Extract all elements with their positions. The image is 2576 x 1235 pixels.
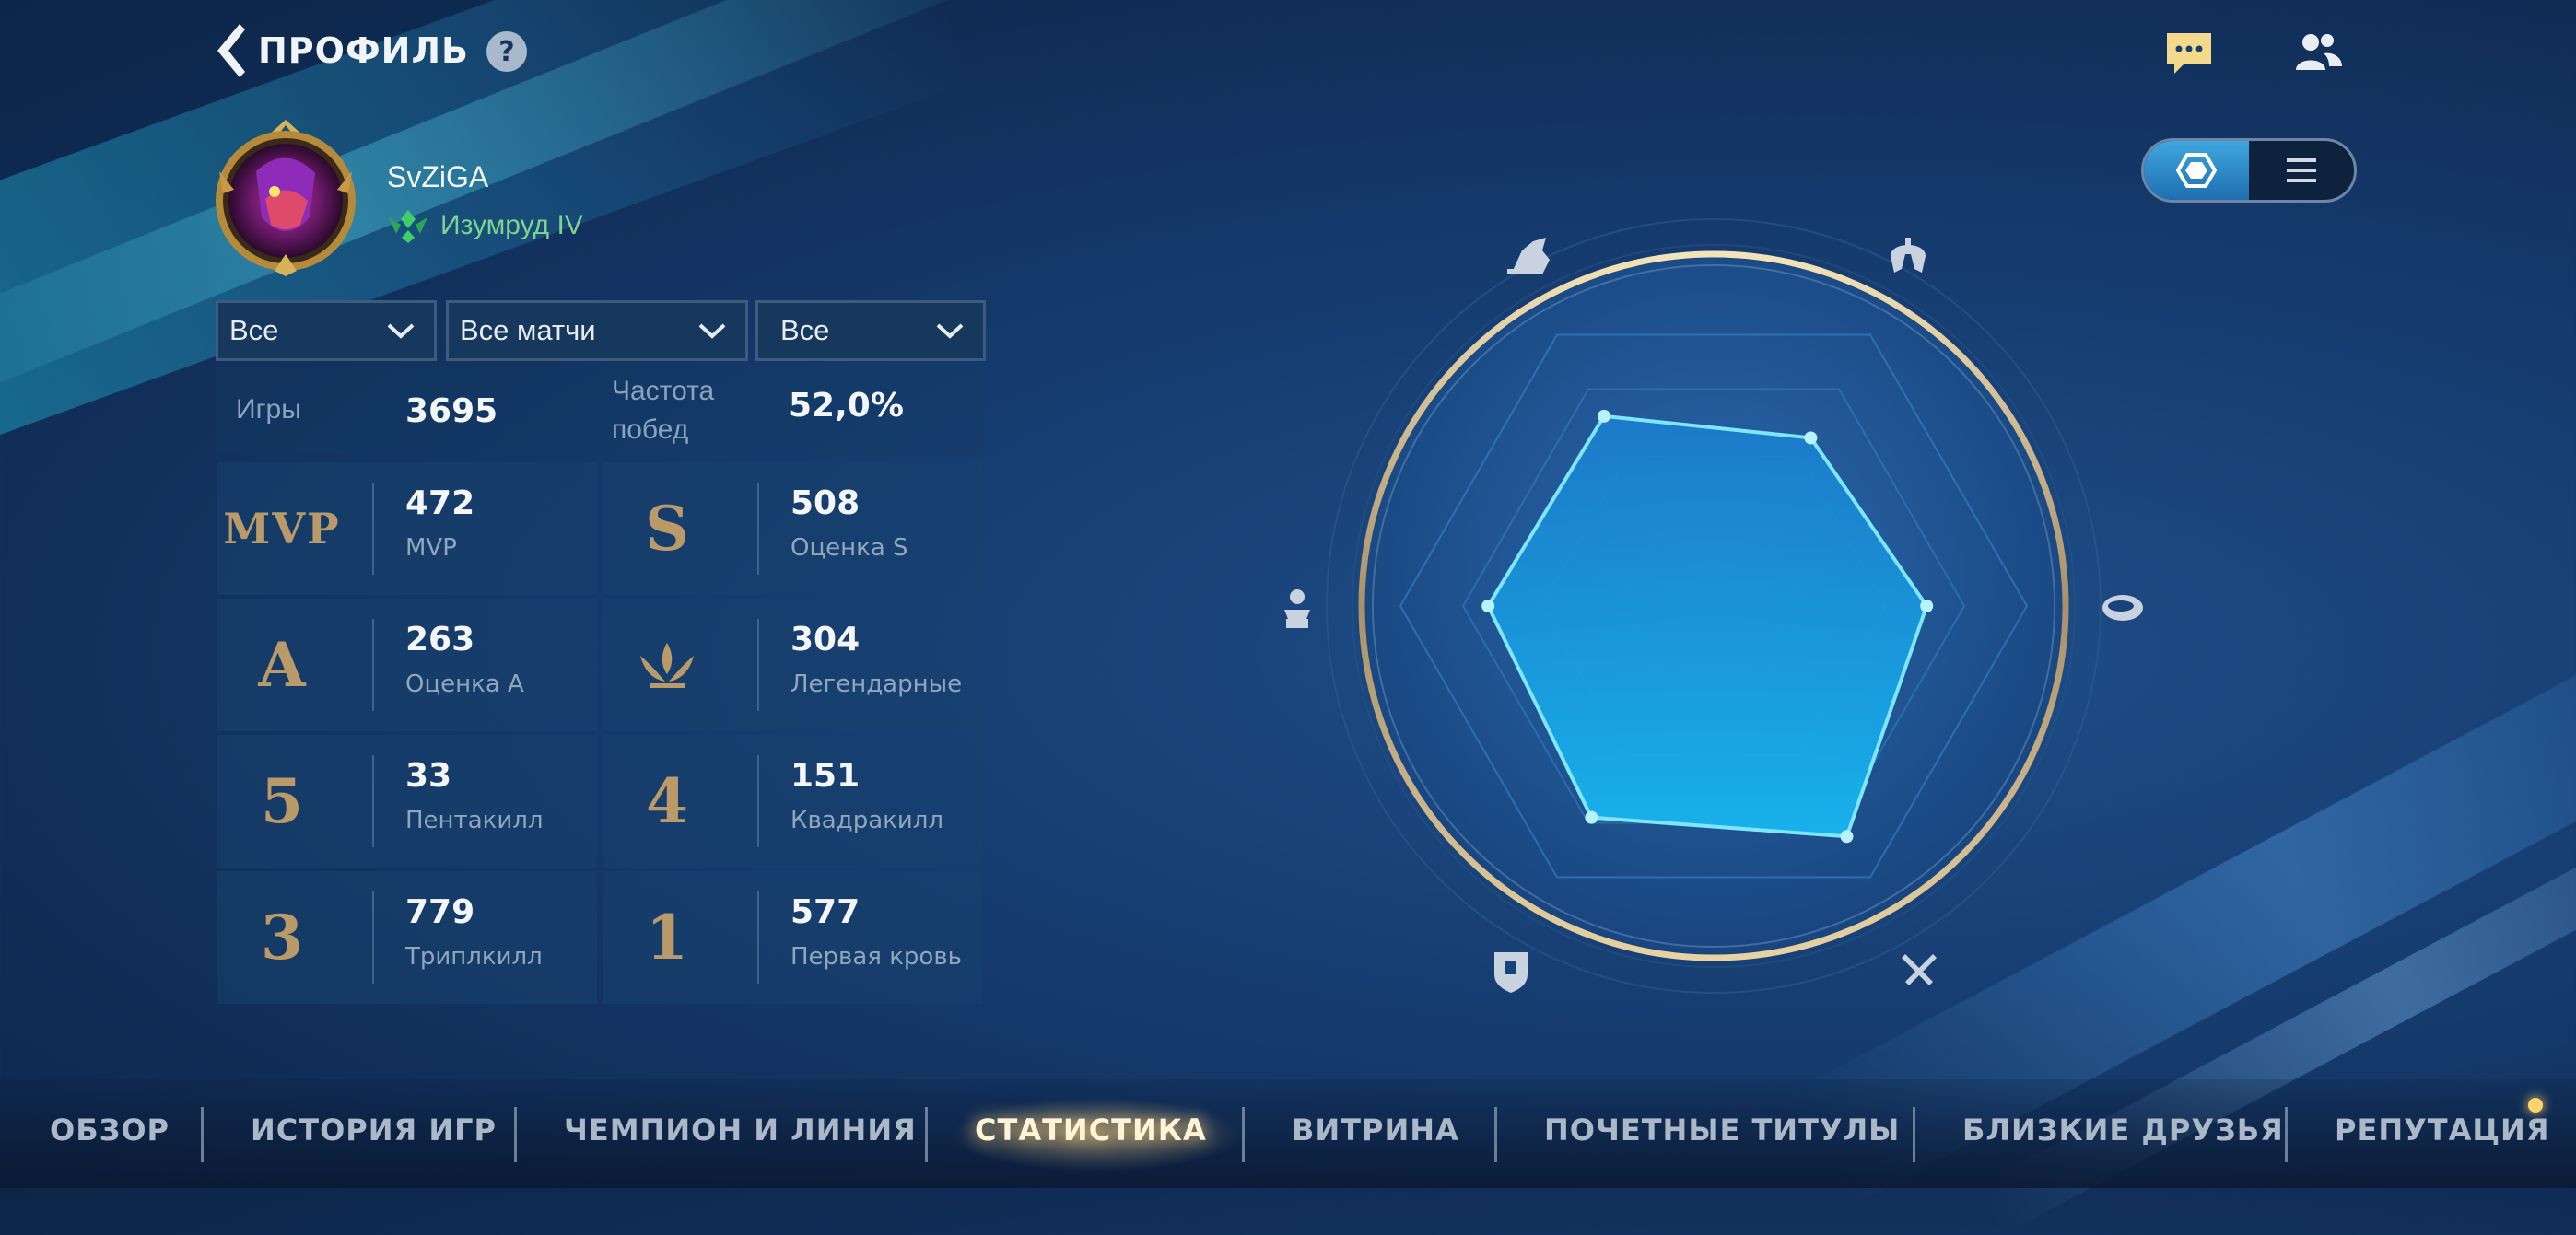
stat-cell-legendary: 304 Легендарные: [603, 599, 982, 731]
winrate-label: Частота: [612, 376, 715, 406]
assassin-icon: [1507, 238, 1550, 274]
stat-label: Оценка S: [790, 534, 908, 562]
stat-cell-grade-a: A 263 Оценка A: [217, 599, 597, 731]
stat-label: Квадракилл: [790, 807, 943, 834]
winrate-value: 52,0%: [789, 387, 904, 425]
stat-value: 33: [405, 757, 452, 795]
summary-stats: Игры 3695 Частота побед 52,0%: [216, 367, 984, 455]
games-value: 3695: [405, 392, 498, 430]
chevron-down-icon: [936, 323, 964, 339]
emerald-rank-icon: [389, 210, 427, 243]
list-view-button[interactable]: [2249, 141, 2354, 200]
tab-match-history[interactable]: ИСТОРИЯ ИГР: [251, 1113, 497, 1148]
triplekill-badge: 3: [261, 902, 303, 973]
stat-label: Первая кровь: [790, 943, 962, 971]
stat-label: Оценка A: [405, 670, 524, 698]
chevron-down-icon: [698, 323, 726, 339]
tab-close-friends[interactable]: БЛИЗКИЕ ДРУЗЬЯ: [1962, 1113, 2284, 1148]
avatar[interactable]: [201, 116, 370, 278]
role-radar-chart: [1284, 218, 2143, 994]
stat-value: 472: [405, 484, 475, 522]
dropdown-value: Все: [229, 314, 279, 346]
match-type-dropdown[interactable]: Все матчи: [446, 300, 748, 361]
tab-showcase[interactable]: ВИТРИНА: [1292, 1113, 1459, 1148]
stat-value: 779: [405, 893, 475, 931]
support-icon: [1902, 954, 1937, 985]
stat-value: 508: [790, 484, 861, 522]
stat-label: MVP: [405, 534, 457, 562]
stat-cell-triplekill: 3 779 Триплкилл: [217, 871, 597, 1004]
mage-icon: [2102, 595, 2143, 621]
fighter-icon: [1891, 238, 1926, 273]
notification-dot: [2528, 1098, 2543, 1113]
tab-statistics[interactable]: СТАТИСТИКА: [975, 1113, 1207, 1148]
tab-overview[interactable]: ОБЗОР: [50, 1113, 170, 1148]
stat-value: 263: [405, 621, 475, 658]
stat-cell-pentakill: 5 33 Пентакилл: [217, 735, 597, 868]
player-name: SvZiGA: [387, 160, 489, 193]
s-grade-badge: S: [645, 493, 689, 565]
chat-icon[interactable]: [2163, 28, 2215, 79]
pentakill-badge: 5: [261, 765, 303, 837]
stat-value: 577: [790, 893, 861, 931]
radar-point: [1585, 810, 1598, 824]
stat-cell-grade-s: S 508 Оценка S: [603, 462, 982, 595]
page-title: ПРОФИЛЬ: [258, 30, 469, 71]
view-toggle[interactable]: [2141, 138, 2357, 203]
quadrakill-badge: 4: [646, 765, 688, 837]
stat-cell-first-blood: 1 577 Первая кровь: [603, 871, 982, 1004]
friends-icon[interactable]: [2292, 29, 2344, 77]
chevron-down-icon: [387, 323, 415, 339]
stat-label: Триплкилл: [405, 943, 543, 971]
games-label: Игры: [236, 394, 301, 425]
radar-point: [1920, 600, 1934, 612]
stat-cell-mvp: MVP 472 MVP: [217, 462, 597, 595]
stat-cell-quadrakill: 4 151 Квадракилл: [603, 735, 982, 868]
stat-label: Легендарные: [790, 670, 963, 698]
mvp-badge: MVP: [223, 504, 341, 553]
tab-honor-titles[interactable]: ПОЧЕТНЫЕ ТИТУЛЫ: [1544, 1113, 1900, 1148]
help-icon[interactable]: ?: [486, 31, 527, 72]
stat-value: 151: [790, 757, 861, 795]
dropdown-value: Все: [780, 314, 830, 346]
radar-point: [1481, 600, 1495, 612]
radar-point: [1598, 409, 1610, 423]
radar-point: [1840, 830, 1854, 844]
radar-point: [1804, 431, 1818, 445]
first-blood-badge: 1: [646, 902, 688, 973]
back-chevron-icon: [217, 24, 245, 77]
back-button[interactable]: ПРОФИЛЬ: [217, 24, 469, 77]
tank-icon: [1494, 952, 1528, 993]
tab-champion-lane[interactable]: ЧЕМПИОН И ЛИНИЯ: [564, 1113, 917, 1148]
stat-value: 304: [790, 621, 861, 658]
rank-label: Изумруд IV: [440, 210, 583, 240]
season-filter-dropdown[interactable]: Все: [755, 300, 986, 361]
role-filter-dropdown[interactable]: Все: [216, 300, 437, 361]
dropdown-value: Все матчи: [460, 314, 596, 346]
winrate-label: побед: [612, 414, 689, 445]
tab-reputation[interactable]: РЕПУТАЦИЯ: [2335, 1113, 2549, 1148]
legendary-icon: [617, 617, 717, 713]
radar-view-button[interactable]: [2144, 141, 2249, 200]
bottom-tab-bar: ОБЗОР ИСТОРИЯ ИГР ЧЕМПИОН И ЛИНИЯ СТАТИС…: [0, 1079, 2576, 1188]
rank-row: Изумруд IV: [385, 206, 583, 245]
a-grade-badge: A: [258, 629, 306, 701]
hexagon-icon: [2176, 153, 2217, 188]
list-icon: [2287, 158, 2316, 182]
marksman-icon: [1284, 589, 1310, 628]
stat-label: Пентакилл: [405, 807, 544, 834]
